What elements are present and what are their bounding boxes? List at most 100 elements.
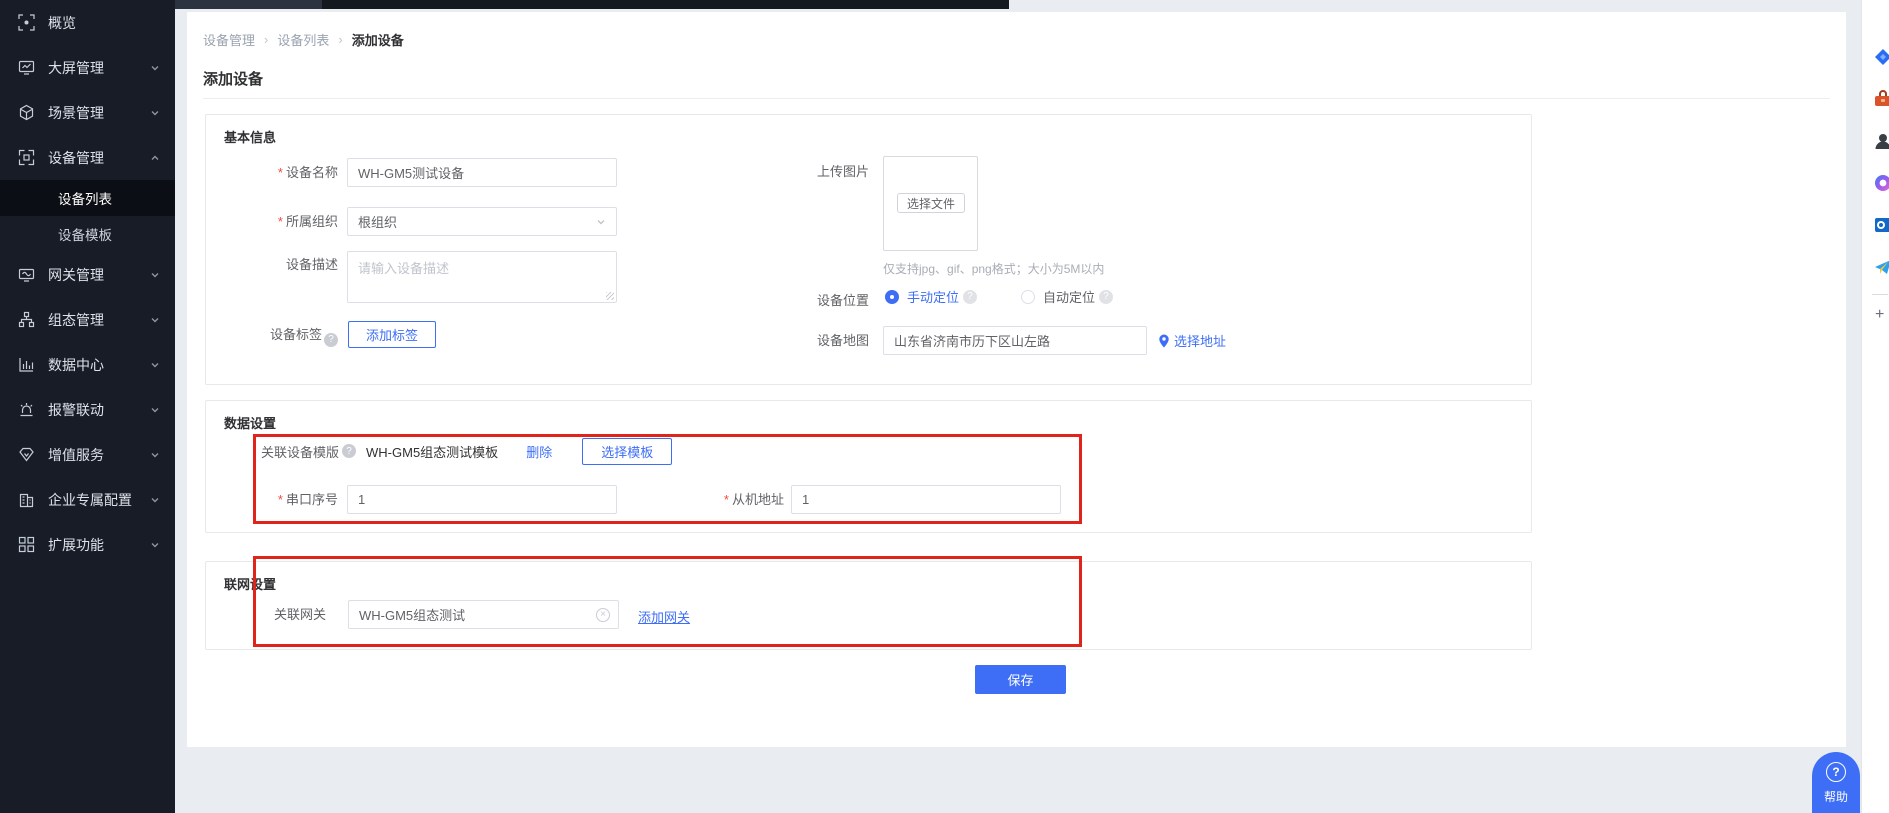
top-strip (175, 0, 1009, 9)
linked-gateway-label: 关联网关 (206, 600, 326, 629)
chevron-down-icon (150, 540, 160, 550)
required-mark: * (724, 492, 729, 507)
sidebar-item-label: 场景管理 (48, 103, 104, 123)
sidebar-item-label: 组态管理 (48, 310, 104, 330)
choose-address-link[interactable]: 选择地址 (1158, 326, 1226, 355)
sidebar-item-overview[interactable]: 概览 (0, 0, 175, 45)
required-mark: * (278, 165, 283, 180)
toolbox-icon[interactable] (1874, 90, 1889, 108)
value-service-icon (18, 446, 35, 463)
add-tag-button[interactable]: 添加标签 (348, 321, 436, 348)
sidebar-item-alarm-linkage[interactable]: 报警联动 (0, 387, 175, 432)
network-settings-title: 联网设置 (224, 574, 276, 593)
data-settings-title: 数据设置 (224, 413, 276, 432)
device-icon (18, 149, 35, 166)
chevron-down-icon (150, 495, 160, 505)
network-settings-section: 联网设置 关联网关 添加网关 (205, 561, 1532, 650)
linked-gateway-input[interactable] (348, 600, 619, 629)
paperplane-icon[interactable] (1874, 258, 1889, 276)
add-gateway-link[interactable]: 添加网关 (638, 607, 690, 626)
location-pin-icon (1158, 334, 1170, 348)
sidebar-item-value-added-services[interactable]: 增值服务 (0, 432, 175, 477)
outlook-icon[interactable] (1874, 216, 1889, 234)
sidebar-item-enterprise-config[interactable]: 企业专属配置 (0, 477, 175, 522)
sidebar-item-data-center[interactable]: 数据中心 (0, 342, 175, 387)
sidebar-sub-device-template[interactable]: 设备模板 (0, 216, 175, 252)
serial-number-label: *串口序号 (206, 485, 338, 514)
sidebar-item-device-mgmt[interactable]: 设备管理 (0, 135, 175, 180)
basic-info-title: 基本信息 (224, 127, 276, 146)
auto-position-option[interactable]: 自动定位 (1043, 287, 1095, 306)
sidebar-item-label: 企业专属配置 (48, 490, 132, 510)
breadcrumb-separator: › (338, 32, 342, 47)
chevron-down-icon (150, 270, 160, 280)
sidebar-sub-label: 设备模板 (58, 224, 112, 244)
info-icon[interactable] (963, 290, 977, 304)
help-button[interactable]: ? 帮助 (1812, 752, 1860, 813)
avatar-icon[interactable] (1874, 132, 1889, 150)
sidebar-item-extensions[interactable]: 扩展功能 (0, 522, 175, 567)
clear-icon[interactable] (596, 608, 610, 622)
organization-selected-value: 根组织 (358, 212, 397, 231)
upload-dropzone[interactable]: 选择文件 (883, 156, 978, 251)
chevron-down-icon (150, 450, 160, 460)
sidebar-sub-label: 设备列表 (58, 188, 112, 208)
blue-app-icon[interactable] (1874, 48, 1889, 66)
info-icon[interactable] (1099, 290, 1113, 304)
slave-address-input[interactable] (791, 485, 1061, 514)
screen-icon (18, 59, 35, 76)
organization-select[interactable]: 根组织 (347, 207, 617, 236)
sidebar-item-label: 网关管理 (48, 265, 104, 285)
title-divider (203, 98, 1830, 99)
linked-template-label: 关联设备模版 (261, 442, 339, 461)
overview-icon (18, 14, 35, 31)
chevron-down-icon (150, 63, 160, 73)
device-map-input[interactable] (883, 326, 1147, 355)
sidebar-item-label: 设备管理 (48, 148, 104, 168)
sidebar-item-label: 大屏管理 (48, 58, 104, 78)
chevron-down-icon (150, 108, 160, 118)
sidebar-item-config-mgmt[interactable]: 组态管理 (0, 297, 175, 342)
upload-image-label: 上传图片 (739, 161, 869, 180)
data-settings-section: 数据设置 关联设备模版 WH-GM5组态测试模板 删除 选择模板 *串口序号 *… (205, 400, 1532, 533)
select-template-button[interactable]: 选择模板 (582, 438, 672, 465)
device-desc-textarea[interactable] (347, 251, 617, 303)
sidebar: 概览 大屏管理 场景管理 设备管理 设备列表 设备模板 网关管理 (0, 0, 175, 813)
data-center-icon (18, 356, 35, 373)
manual-position-option[interactable]: 手动定位 (907, 287, 959, 306)
auto-position-radio[interactable] (1021, 290, 1035, 304)
config-icon (18, 311, 35, 328)
manual-position-radio[interactable] (885, 290, 899, 304)
device-position-radio-group: 手动定位 自动定位 (885, 287, 1113, 306)
page-title: 添加设备 (203, 68, 263, 89)
app-root: 概览 大屏管理 场景管理 设备管理 设备列表 设备模板 网关管理 (0, 0, 1889, 813)
device-desc-wrapper (347, 251, 617, 303)
breadcrumb-item-device-mgmt[interactable]: 设备管理 (203, 30, 255, 49)
chevron-down-icon (150, 405, 160, 415)
extension-icon (18, 536, 35, 553)
sidebar-sub-device-list[interactable]: 设备列表 (0, 180, 175, 216)
sidebar-item-scene-mgmt[interactable]: 场景管理 (0, 90, 175, 135)
sidebar-item-gateway-mgmt[interactable]: 网关管理 (0, 252, 175, 297)
info-icon[interactable] (324, 333, 338, 347)
serial-number-input[interactable] (347, 485, 617, 514)
sidebar-item-screen-mgmt[interactable]: 大屏管理 (0, 45, 175, 90)
save-button[interactable]: 保存 (975, 665, 1066, 694)
device-name-input[interactable] (347, 158, 617, 187)
browser-edge-strip: + (1861, 0, 1889, 813)
delete-template-link[interactable]: 删除 (526, 442, 552, 461)
organization-label: *所属组织 (206, 207, 338, 236)
sidebar-item-label: 数据中心 (48, 355, 104, 375)
plus-icon[interactable]: + (1875, 306, 1884, 324)
info-icon[interactable] (342, 444, 356, 458)
required-mark: * (278, 492, 283, 507)
enterprise-icon (18, 491, 35, 508)
device-tag-label: 设备标签 (206, 321, 338, 348)
required-mark: * (278, 214, 283, 229)
sidebar-item-label: 报警联动 (48, 400, 104, 420)
breadcrumb-item-device-list[interactable]: 设备列表 (277, 30, 329, 49)
choose-file-button[interactable]: 选择文件 (897, 193, 965, 213)
copilot-icon[interactable] (1874, 174, 1889, 192)
scene-icon (18, 104, 35, 121)
device-name-label: *设备名称 (206, 158, 338, 187)
